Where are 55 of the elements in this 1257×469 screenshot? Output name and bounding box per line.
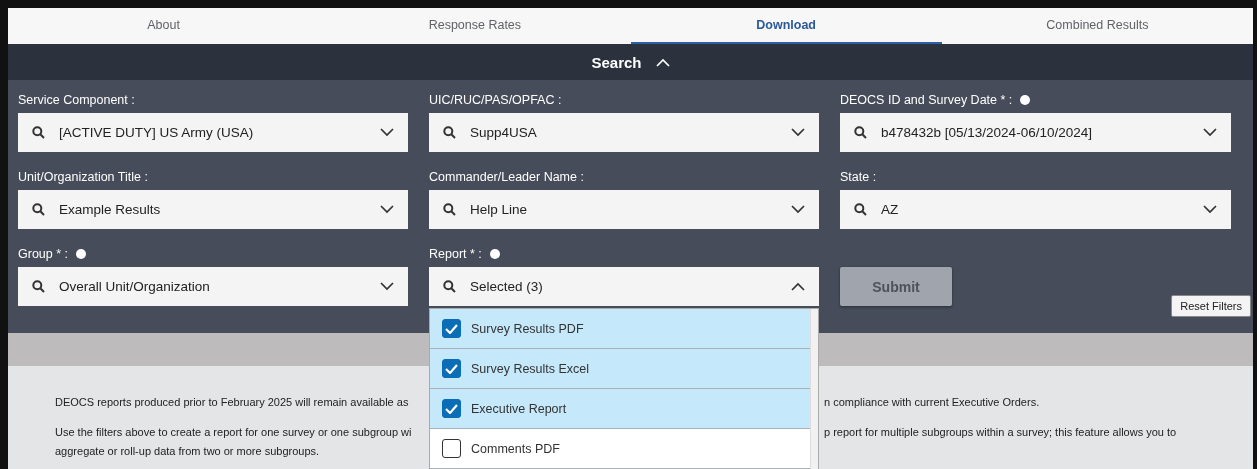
notice-text: DEOCS reports produced prior to February 2025 will remain available as xyxy=(55,395,410,408)
menu-option[interactable]: Survey Results Excel xyxy=(430,349,810,389)
notice-text: Use the filters above to create a report for one survey or one subgroup wi xyxy=(55,425,413,438)
menu-option[interactable]: Survey Results PDF xyxy=(430,309,810,349)
scrollbar[interactable] xyxy=(810,309,818,469)
chevron-icon xyxy=(1203,128,1217,137)
search-icon xyxy=(854,203,867,216)
notice-text: aggregate or roll-up data from two or more subgroups. xyxy=(55,444,321,457)
info-icon[interactable] xyxy=(1020,95,1031,105)
checkbox[interactable] xyxy=(442,439,461,458)
select-field[interactable]: Supp4USA xyxy=(429,113,819,152)
select-field[interactable]: [ACTIVE DUTY] US Army (USA) xyxy=(18,113,408,152)
search-icon xyxy=(32,126,45,139)
chevron-icon xyxy=(380,128,394,137)
search-header[interactable]: Search xyxy=(8,44,1253,80)
checkbox[interactable] xyxy=(442,399,461,418)
select-field[interactable]: AZ xyxy=(840,190,1231,229)
notice-text: n compliance with current Executive Orders. xyxy=(824,395,1040,408)
select-field[interactable]: Selected (3) xyxy=(429,267,819,306)
info-icon[interactable] xyxy=(489,249,500,259)
chevron-icon xyxy=(380,282,394,291)
field-label: UIC/RUC/PAS/OPFAC : xyxy=(429,93,562,107)
checkbox[interactable] xyxy=(442,319,461,338)
field-label: Commander/Leader Name : xyxy=(429,170,584,184)
reset-filters-button[interactable]: Reset Filters xyxy=(1171,295,1251,317)
field-label: State : xyxy=(840,170,877,184)
chevron-icon xyxy=(791,205,805,214)
tab[interactable]: Response Rates xyxy=(319,8,631,44)
chevron-icon xyxy=(791,282,805,291)
section-title: Search xyxy=(591,53,642,71)
search-icon xyxy=(443,126,456,139)
chevron-icon xyxy=(791,128,805,137)
search-icon xyxy=(443,280,456,293)
tab[interactable]: Combined Results xyxy=(941,8,1253,44)
tab[interactable]: About xyxy=(8,8,320,44)
caret-icon xyxy=(655,57,670,67)
field-label: Report * : xyxy=(429,247,482,261)
notice-text: p report for multiple subgroups within a survey; this feature allows you to xyxy=(824,425,1177,438)
field-label: Unit/Organization Title : xyxy=(18,170,148,184)
field-label: DEOCS ID and Survey Date * : xyxy=(840,93,1013,107)
search-icon xyxy=(32,203,45,216)
select-field[interactable]: Help Line xyxy=(429,190,819,229)
field-label: Group * : xyxy=(18,247,69,261)
select-field[interactable]: Example Results xyxy=(18,190,408,229)
chevron-icon xyxy=(380,205,394,214)
search-icon xyxy=(443,203,456,216)
menu-option[interactable]: Executive Report xyxy=(430,389,810,429)
field-label: Service Component : xyxy=(18,93,135,107)
select-field[interactable]: Overall Unit/Organization xyxy=(18,267,408,306)
chevron-icon xyxy=(1203,205,1217,214)
search-icon xyxy=(854,126,867,139)
checkbox[interactable] xyxy=(442,359,461,378)
info-icon[interactable] xyxy=(76,249,87,259)
select-field[interactable]: b478432b [05/13/2024-06/10/2024] xyxy=(840,113,1231,152)
search-icon xyxy=(32,280,45,293)
